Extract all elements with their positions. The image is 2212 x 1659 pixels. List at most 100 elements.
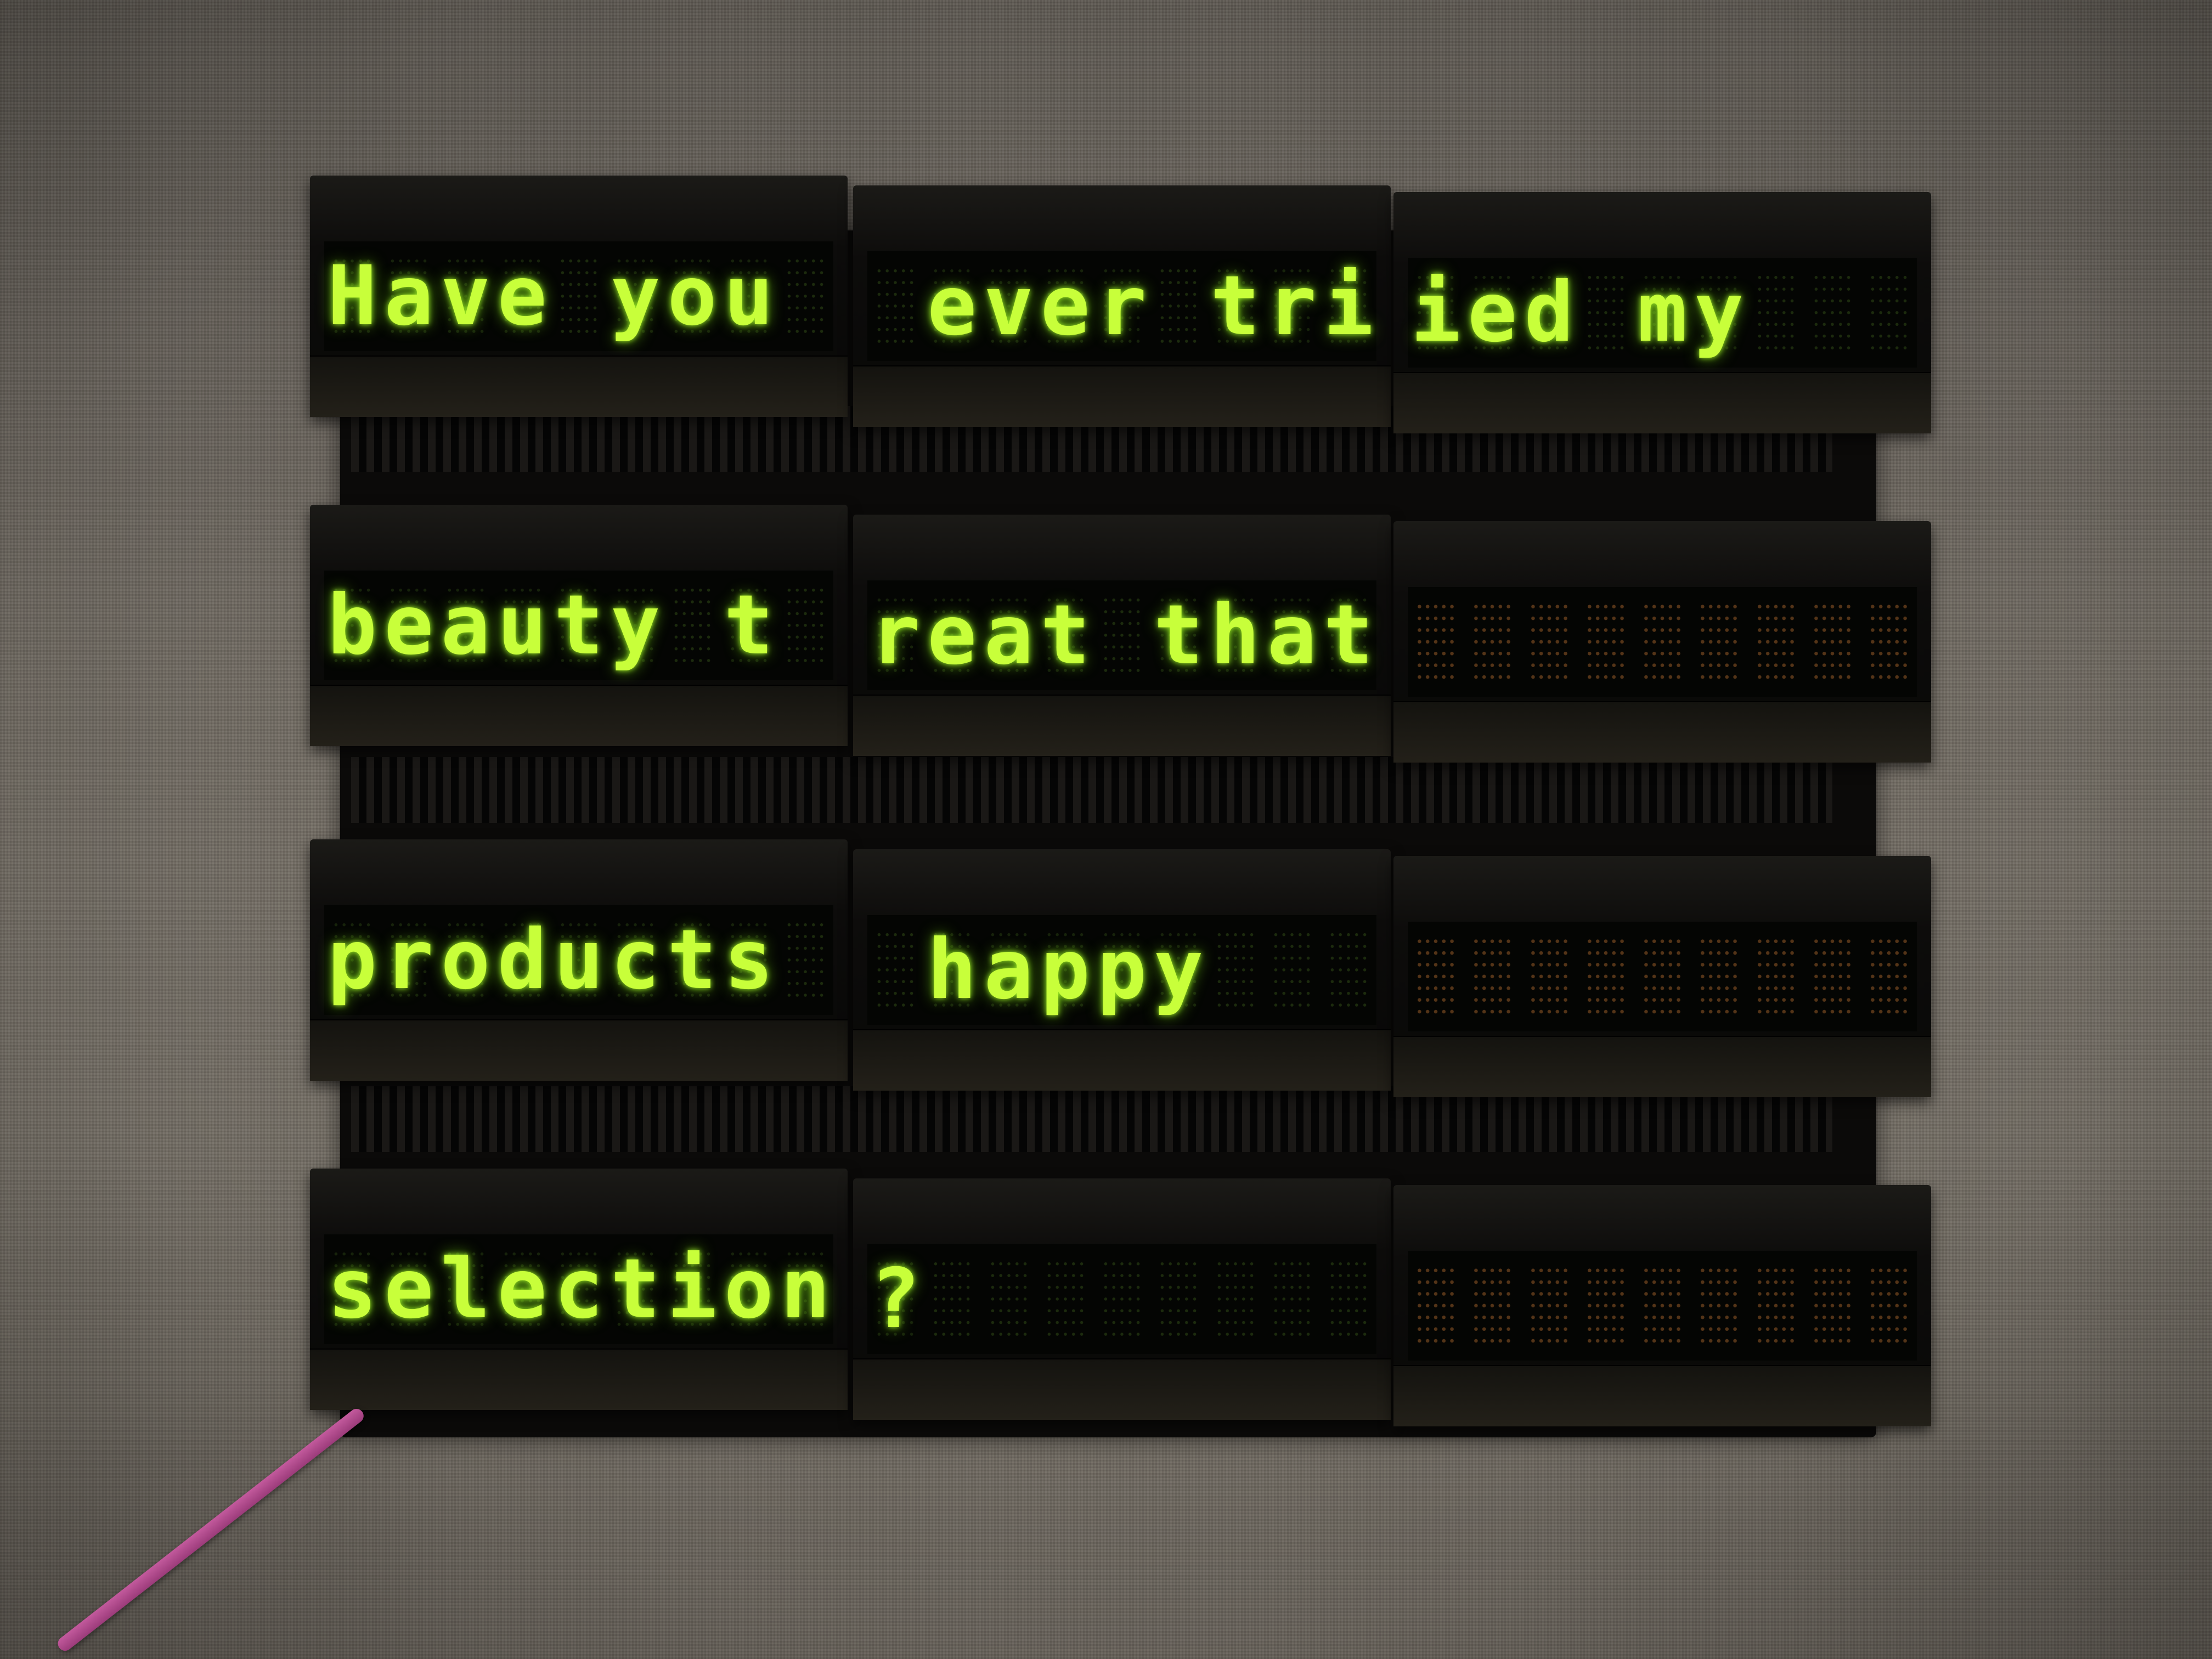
character-glyph: d	[497, 912, 547, 1008]
display-module: happy	[853, 849, 1391, 1091]
matrix-blank-cell	[1699, 1265, 1740, 1347]
matrix-character: e	[498, 255, 547, 337]
matrix-blank-cell	[1415, 601, 1456, 683]
display-module	[1393, 1185, 1931, 1426]
matrix-blank-cell	[1699, 601, 1740, 683]
matrix-character: p	[328, 919, 377, 1001]
matrix-character: H	[328, 255, 377, 337]
module-housing	[310, 685, 848, 746]
character-glyph: ?	[870, 1251, 921, 1347]
character-glyph: y	[1154, 922, 1204, 1018]
matrix-blank-cell	[1102, 1258, 1142, 1340]
module-housing	[1393, 372, 1931, 433]
matrix-character: u	[554, 919, 603, 1001]
matrix-blank-cell	[785, 255, 826, 337]
matrix-character: s	[724, 919, 774, 1001]
matrix-character: i	[667, 1248, 717, 1330]
module-housing	[310, 1019, 848, 1081]
matrix-character: t	[1324, 594, 1373, 676]
character-glyph: l	[441, 1242, 490, 1337]
character-glyph: a	[984, 922, 1034, 1018]
module-housing	[310, 356, 848, 417]
matrix-blank-cell	[1642, 1265, 1683, 1347]
matrix-character: a	[984, 929, 1034, 1011]
matrix-character: r	[384, 919, 433, 1001]
character-glyph: t	[1154, 588, 1204, 683]
header-pins	[351, 757, 1832, 823]
matrix-blank-cell	[1415, 935, 1456, 1018]
matrix-blank-cell	[1585, 601, 1626, 683]
matrix-blank-cell	[1585, 272, 1626, 354]
matrix-blank-cell	[1642, 601, 1683, 683]
character-glyph: h	[1210, 588, 1260, 683]
display-module: reatthat	[853, 515, 1391, 756]
character-glyph: d	[1524, 265, 1574, 360]
display-window	[1408, 587, 1917, 697]
matrix-character: p	[1097, 929, 1147, 1011]
matrix-blank-cell	[1812, 272, 1853, 354]
display-window: iedmy	[1408, 258, 1917, 368]
character-glyph: i	[1323, 258, 1374, 354]
character-glyph: t	[1323, 588, 1374, 683]
character-glyph: r	[384, 912, 434, 1008]
matrix-character: r	[1267, 265, 1317, 347]
matrix-character: a	[441, 584, 490, 667]
matrix-character: v	[441, 255, 490, 337]
matrix-character: r	[1097, 265, 1147, 347]
display-window: selection	[324, 1234, 833, 1344]
matrix-blank-cell	[1415, 1265, 1456, 1347]
character-glyph: y	[611, 249, 661, 344]
display-module: Haveyou	[310, 176, 848, 417]
matrix-character: ?	[871, 1258, 920, 1340]
matrix-blank-cell	[1869, 272, 1909, 354]
matrix-character: d	[1524, 272, 1574, 354]
display-window: reatthat	[867, 580, 1376, 690]
character-glyph: a	[441, 578, 490, 673]
matrix-character: i	[1324, 265, 1373, 347]
matrix-character: s	[328, 1248, 377, 1330]
display-window: happy	[867, 915, 1376, 1025]
character-glyph: o	[441, 912, 490, 1008]
character-glyph: a	[1267, 588, 1317, 683]
matrix-blank-cell	[1102, 594, 1142, 676]
matrix-blank-cell	[1215, 929, 1256, 1011]
module-housing	[853, 1029, 1391, 1091]
matrix-character: n	[781, 1248, 830, 1330]
matrix-character: t	[611, 1248, 660, 1330]
matrix-blank-cell	[1812, 601, 1853, 683]
character-glyph: u	[497, 578, 547, 673]
character-glyph: t	[724, 578, 774, 673]
matrix-character: u	[498, 584, 547, 667]
matrix-blank-cell	[1585, 1265, 1626, 1347]
matrix-character: v	[984, 265, 1034, 347]
matrix-character: r	[871, 594, 920, 676]
matrix-character: l	[441, 1248, 490, 1330]
matrix-character: t	[554, 584, 603, 667]
display-module: evertri	[853, 185, 1391, 427]
display-module: selection	[310, 1169, 848, 1410]
matrix-blank-cell	[1755, 935, 1796, 1018]
matrix-blank-cell	[1328, 929, 1369, 1011]
matrix-character: t	[724, 584, 774, 667]
matrix-blank-cell	[1158, 265, 1199, 347]
display-window: Haveyou	[324, 241, 833, 351]
character-glyph: e	[497, 1242, 547, 1337]
matrix-blank-cell	[875, 929, 916, 1011]
matrix-character: p	[1041, 929, 1090, 1011]
character-glyph: v	[984, 258, 1034, 354]
display-module: iedmy	[1393, 192, 1931, 433]
matrix-character: o	[724, 1248, 774, 1330]
photo-scene: Haveyouevertriiedmybeautytreatthatproduc…	[0, 0, 2212, 1659]
matrix-character: m	[1638, 272, 1687, 354]
display-window	[1408, 922, 1917, 1031]
matrix-blank-cell	[875, 265, 916, 347]
character-glyph: H	[327, 249, 377, 344]
matrix-character: t	[1154, 594, 1203, 676]
matrix-character: y	[611, 584, 660, 667]
module-housing	[1393, 701, 1931, 763]
matrix-blank-cell	[1328, 1258, 1369, 1340]
character-glyph: e	[927, 258, 977, 354]
character-glyph: t	[667, 912, 717, 1008]
character-glyph: c	[611, 912, 661, 1008]
matrix-character: e	[498, 1248, 547, 1330]
